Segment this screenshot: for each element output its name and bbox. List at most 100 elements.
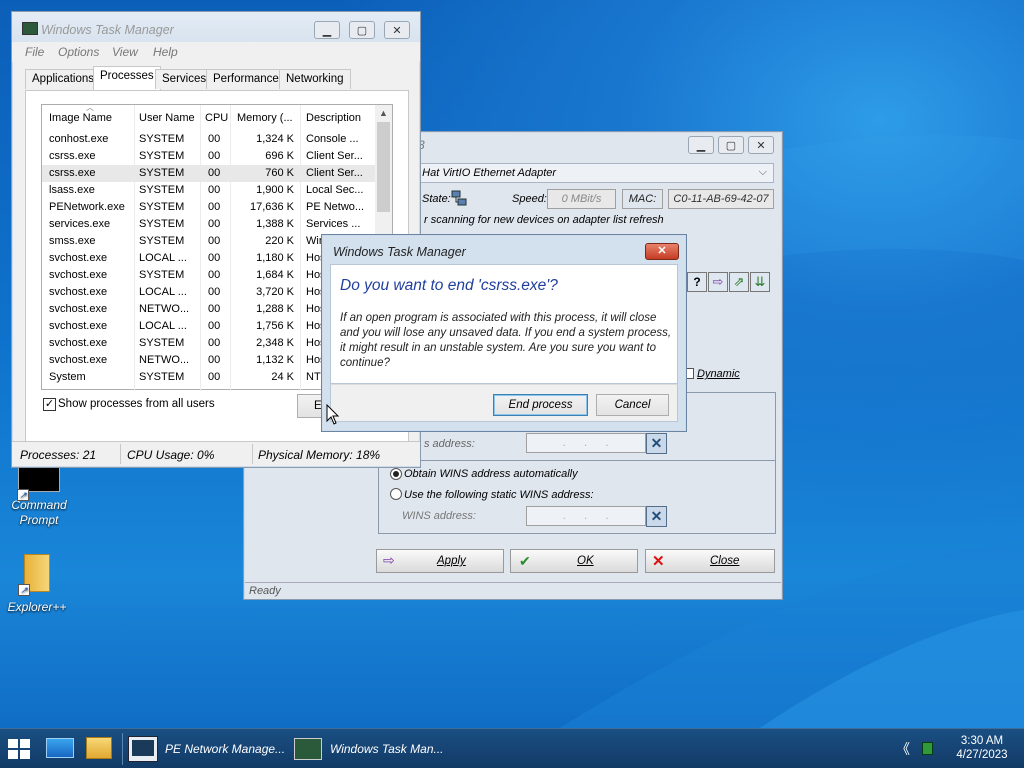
speed-field: 0 MBit/s [547,189,616,209]
table-row[interactable]: PENetwork.exe SYSTEM 00 17,636 K PE Netwo... [42,199,376,216]
column-header-cpu[interactable]: CPU [205,112,229,124]
taskbar-item-pe-network[interactable]: PE Network Manage... [128,731,288,767]
clear-icon[interactable]: ✕ [646,506,667,527]
menu-view[interactable]: View [112,45,138,59]
taskbar-item-task-manager[interactable]: Windows Task Man... [294,731,454,767]
table-cell: SYSTEM [139,235,185,247]
s-address-field[interactable]: . . . [526,433,646,453]
table-cell: 2,348 K [256,337,294,349]
tab-processes[interactable]: Processes [93,66,161,90]
scan-text: r scanning for new devices on adapter li… [424,214,664,226]
tray-app-icon[interactable] [922,742,933,755]
pe-network-icon [128,736,158,762]
table-cell: services.exe [49,218,111,230]
scroll-thumb[interactable] [377,122,390,212]
table-cell: 696 K [265,150,294,162]
table-cell: SYSTEM [139,133,185,145]
tab-applications[interactable]: Applications [25,69,102,89]
table-cell: svchost.exe [49,354,108,366]
table-cell: 1,388 K [256,218,294,230]
wins-address-label: WINS address: [402,510,476,522]
table-cell: 00 [208,337,221,349]
table-cell: SYSTEM [139,184,185,196]
close-button[interactable]: ✕ Close [645,549,775,573]
table-cell: svchost.exe [49,269,108,281]
table-row[interactable]: conhost.exe SYSTEM 00 1,324 K Console ... [42,131,376,148]
desktop-icon-label: Command Prompt [11,498,67,527]
table-row[interactable]: services.exe SYSTEM 00 1,388 K Services ... [42,216,376,233]
wins-auto-radio[interactable] [390,468,402,480]
task-manager-icon [22,22,38,35]
table-cell: csrss.exe [49,167,96,179]
desktop-icon-command-prompt[interactable]: ↗ Command Prompt [4,466,74,528]
maximize-button[interactable]: ▢ [349,21,375,39]
table-cell: SYSTEM [139,371,185,383]
title-bar: Windows Task Manager ▁ ▢ ✕ [12,12,420,42]
table-cell: 00 [208,150,221,162]
dialog-heading: Do you want to end 'csrss.exe'? [340,277,558,294]
adapter-combo[interactable]: d Hat VirtIO Ethernet Adapter ⌵ [404,163,774,183]
table-row[interactable]: lsass.exe SYSTEM 00 1,900 K Local Sec... [42,182,376,199]
process-list-header: ︿ Image Name User Name CPU Memory (... D… [42,103,376,131]
table-cell: svchost.exe [49,252,108,264]
checkmark-icon: ✔ [519,553,531,569]
table-cell: conhost.exe [49,133,109,145]
table-cell: 00 [208,320,221,332]
explorer-folder-icon[interactable] [86,737,112,759]
menu-help[interactable]: Help [153,45,178,59]
clear-icon[interactable]: ✕ [646,433,667,454]
wins-address-field[interactable]: . . . [526,506,646,526]
taskbar-item-label: PE Network Manage... [165,742,286,756]
apply-button[interactable]: ⇨ Apply [376,549,504,573]
table-cell: 00 [208,303,221,315]
apply-arrow-icon: ⇨ [383,552,395,568]
table-cell: 1,900 K [256,184,294,196]
start-windows-icon[interactable] [8,739,30,759]
table-row[interactable]: csrss.exe SYSTEM 00 696 K Client Ser... [42,148,376,165]
menu-options[interactable]: Options [58,45,99,59]
table-cell: LOCAL ... [139,320,187,332]
end-process-dialog: Windows Task Manager ✕ Do you want to en… [321,234,687,432]
maximize-button[interactable]: ▢ [718,136,744,154]
expand-down-icon[interactable]: ⇊ [750,272,770,292]
wins-static-radio[interactable] [390,488,402,500]
table-cell: Console ... [306,133,359,145]
show-hidden-icons-icon[interactable]: 《 [896,739,910,759]
dialog-close-button[interactable]: ✕ [645,243,679,260]
desktop-shortcut-icon[interactable] [46,738,74,758]
help-icon[interactable]: ? [687,272,707,292]
table-cell: Client Ser... [306,150,363,162]
dynamic-label: Dynamic [697,368,740,380]
table-cell: 00 [208,184,221,196]
column-header-user-name[interactable]: User Name [139,112,195,124]
scroll-up-icon[interactable]: ▲ [379,108,388,118]
column-header-image-name[interactable]: Image Name [49,112,135,124]
table-cell: Local Sec... [306,184,364,196]
console-icon: ↗ [17,466,60,501]
cancel-button[interactable]: Cancel [596,394,669,416]
state-label: State: [422,193,451,205]
end-process-button[interactable]: End process [493,394,588,416]
tab-networking[interactable]: Networking [279,69,351,89]
clock[interactable]: 3:30 AM 4/27/2023 [944,734,1020,762]
table-row[interactable]: csrss.exe SYSTEM 00 760 K Client Ser... [42,165,376,182]
table-cell: LOCAL ... [139,252,187,264]
ok-button[interactable]: ✔ OK [510,549,638,573]
table-cell: smss.exe [49,235,96,247]
menu-file[interactable]: File [25,45,44,59]
minimize-button[interactable]: ▁ [688,136,714,154]
minimize-button[interactable]: ▁ [314,21,340,39]
desktop-icon-explorer-plus[interactable]: ↗ Explorer++ [2,550,72,614]
tab-services[interactable]: Services [155,69,214,89]
close-button[interactable]: ✕ [748,136,774,154]
column-header-memory[interactable]: Memory (... [237,112,299,124]
arrow-right-icon[interactable]: ⇨ [708,272,728,292]
export-icon[interactable]: ⇗ [729,272,749,292]
column-header-description[interactable]: Description [306,112,368,124]
show-all-checkbox[interactable]: ✓ [43,398,56,411]
table-cell: SYSTEM [139,269,185,281]
menu-bar: File Options View Help [12,42,420,62]
tab-performance[interactable]: Performance [206,69,286,89]
close-button[interactable]: ✕ [384,21,410,39]
table-cell: 17,636 K [249,201,294,213]
